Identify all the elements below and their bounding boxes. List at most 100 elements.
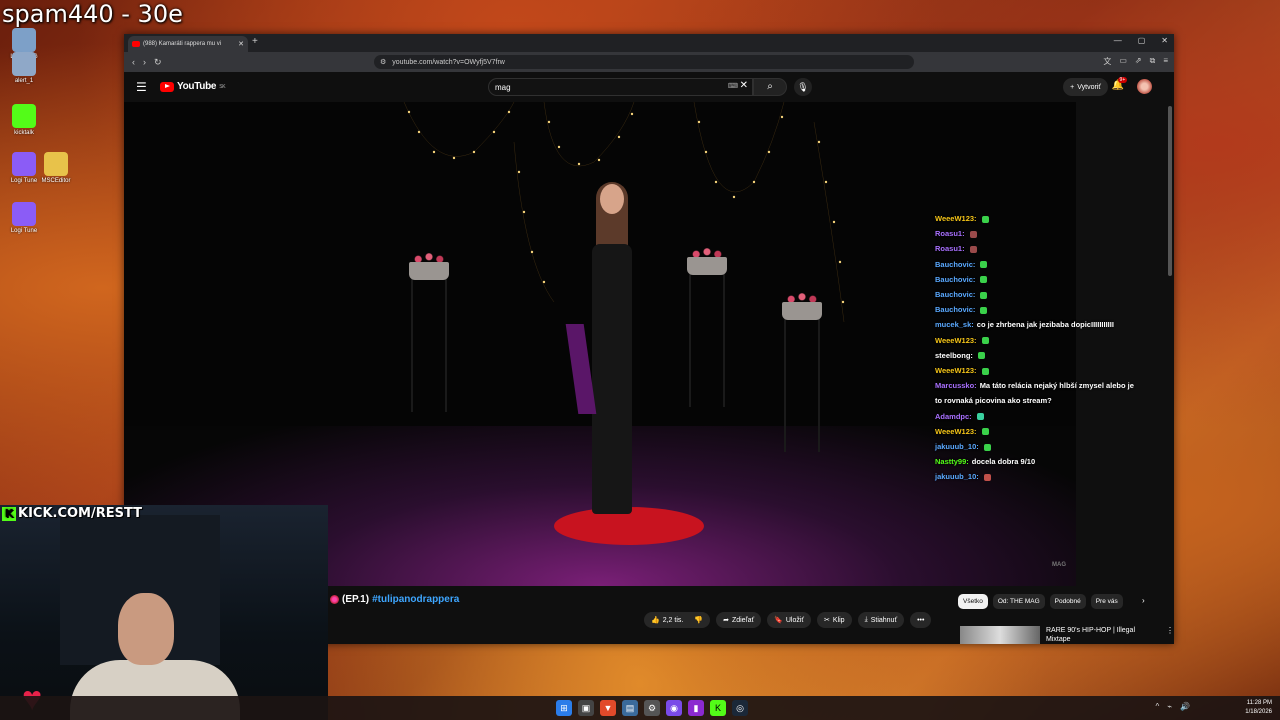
filter-chip[interactable]: Podobné [1049,594,1086,609]
start-menu-icon[interactable]: ⊞ [556,700,572,716]
voice-search-icon[interactable]: 🎙 [794,78,812,96]
kick-channel-overlay: K KICK.COM/RESTT [2,506,142,521]
bookmark-icon: 🔖 [774,617,783,624]
chat-username[interactable]: mucek_sk: [935,320,974,329]
recommended-video[interactable]: RARE 90's HIP-HOP | Illegal Mixtape ⋮ [960,626,1174,644]
new-tab-button[interactable]: + [252,36,258,47]
cast-icon[interactable]: ▭ [1119,56,1127,67]
chat-username[interactable]: Nastty99: [935,457,969,466]
chat-username[interactable]: WeeeW123: [935,214,977,223]
stream-title-overlay: spam440 - 30e [2,0,183,28]
url-text: youtube.com/watch?v=OWyfj5V7frw [392,58,505,66]
more-actions-button[interactable]: ••• [910,612,932,628]
desktop-icon[interactable]: Logi Tune [4,202,44,235]
clip-button[interactable]: ✂ Klip [817,612,852,628]
file-explorer-icon[interactable]: ▤ [622,700,638,716]
create-button[interactable]: + Vytvoriť [1063,78,1108,96]
thumbs-down-icon[interactable]: 👎 [694,616,703,624]
address-bar[interactable]: ⚙ youtube.com/watch?v=OWyfj5V7frw [374,55,914,69]
menu-icon[interactable]: ≡ [1163,56,1168,67]
chat-username[interactable]: Bauchovic: [935,275,975,284]
browser-tab[interactable]: (988) Kamaráti rappera mu vi ✕ [128,36,248,52]
search-input[interactable]: mag ⌨ ✕ [488,78,753,96]
share-page-icon[interactable]: ⇗ [1135,56,1142,67]
create-label: Vytvoriť [1077,83,1101,91]
kick-app-icon[interactable]: K [710,700,726,716]
chat-username[interactable]: WeeeW123: [935,427,977,436]
system-tray: ^ ⌁ 🔊 [1155,702,1190,711]
chat-username[interactable]: Bauchovic: [935,260,975,269]
desktop-icon[interactable]: MSCEditor [36,152,76,185]
youtube-header: ☰ YouTube SK mag ⌨ ✕ ⌕ 🎙 + Vytvoriť 🔔 9+ [124,72,1174,102]
reload-icon[interactable]: ↻ [154,57,162,68]
discord-icon[interactable]: ◉ [666,700,682,716]
desktop-icon[interactable]: alert_1 [4,52,44,85]
notification-badge: 9+ [1117,77,1128,83]
settings-gear-icon[interactable]: ⚙ [644,700,660,716]
chat-username[interactable]: Adamdpc: [935,412,972,421]
filter-chip[interactable]: Od: THE MAG [992,594,1045,609]
tray-chevron-icon[interactable]: ^ [1155,702,1159,711]
desktop-icon[interactable]: kicktalk [4,104,44,137]
recommended-thumbnail[interactable] [960,626,1040,644]
steam-icon[interactable]: ◎ [732,700,748,716]
minimize-icon[interactable]: — [1114,36,1122,45]
close-tab-icon[interactable]: ✕ [238,40,244,48]
chat-username[interactable]: Bauchovic: [935,305,975,314]
tab-strip: (988) Kamaráti rappera mu vi ✕ + — ▢ ✕ [124,34,1174,52]
chips-next-icon[interactable]: › [1142,596,1145,605]
guide-menu-icon[interactable]: ☰ [136,80,147,94]
chat-username[interactable]: WeeeW123: [935,366,977,375]
forward-icon[interactable]: › [143,57,146,67]
download-button[interactable]: ⤓ Stiahnuť [857,612,905,628]
network-icon[interactable]: ⌁ [1167,702,1172,711]
chat-username[interactable]: jakuuub_10: [935,442,979,451]
chat-message: mucek_sk: co je zhrbena jak jezibaba dopi… [935,317,1135,332]
chat-emote-icon [980,306,988,314]
site-info-icon[interactable]: ⚙ [380,58,386,66]
recommended-title[interactable]: RARE 90's HIP-HOP | Illegal Mixtape [1046,626,1156,644]
chat-username[interactable]: Bauchovic: [935,290,975,299]
share-label: Zdieľať [731,616,755,624]
clip-label: Klip [832,616,845,624]
back-icon[interactable]: ‹ [132,57,135,67]
taskbar-apps: ⊞ ▣ ▼ ▤ ⚙ ◉ ▮ K ◎ [556,700,748,716]
chat-username[interactable]: jakuuub_10: [935,472,979,481]
extensions-icon[interactable]: ⧉ [1150,56,1156,67]
brave-browser-icon[interactable]: ▼ [600,700,616,716]
app-icon [12,28,36,52]
youtube-logo[interactable]: YouTube SK [160,81,226,92]
volume-icon[interactable]: 🔊 [1180,702,1190,711]
keyboard-icon[interactable]: ⌨ [728,82,738,90]
avatar[interactable] [1137,79,1152,94]
twitch-icon[interactable]: ▮ [688,700,704,716]
taskbar-clock[interactable]: 11:28 PM 1/18/2026 [1245,699,1272,717]
browser-toolbar: ‹ › ↻ ⚙ youtube.com/watch?v=OWyfj5V7frw … [124,52,1174,72]
video-title: (EP.1) #tulipanodrappera [330,594,459,605]
page-scrollbar[interactable] [1168,106,1172,276]
chat-username[interactable]: WeeeW123: [935,336,977,345]
task-view-icon[interactable]: ▣ [578,700,594,716]
clear-search-icon[interactable]: ✕ [740,80,748,91]
translate-icon[interactable]: 文 [1103,56,1111,67]
app-icon [12,104,36,128]
save-label: Uložiť [785,616,805,624]
notifications-bell-icon[interactable]: 🔔 9+ [1112,77,1128,91]
search-button[interactable]: ⌕ [753,78,787,96]
filter-chip[interactable]: Pre vás [1090,594,1123,609]
chat-username[interactable]: Marcussko: [935,381,977,390]
chat-username[interactable]: Roasu1: [935,229,965,238]
thumbs-up-icon: 👍 [651,617,660,624]
filter-chip[interactable]: Všetko [958,594,988,609]
maximize-icon[interactable]: ▢ [1138,36,1146,45]
share-button[interactable]: ➦ Zdieľať [716,612,762,628]
like-button[interactable]: 👍 2,2 tis. 👎 [644,612,711,628]
save-button[interactable]: 🔖 Uložiť [767,612,812,628]
more-vertical-icon[interactable]: ⋮ [1166,626,1174,635]
chat-emote-icon [981,367,989,375]
clock-time: 11:28 PM [1246,700,1272,706]
close-window-icon[interactable]: ✕ [1161,36,1168,45]
video-hashtag-link[interactable]: #tulipanodrappera [372,594,459,605]
chat-username[interactable]: steelbong: [935,351,973,360]
chat-username[interactable]: Roasu1: [935,244,965,253]
